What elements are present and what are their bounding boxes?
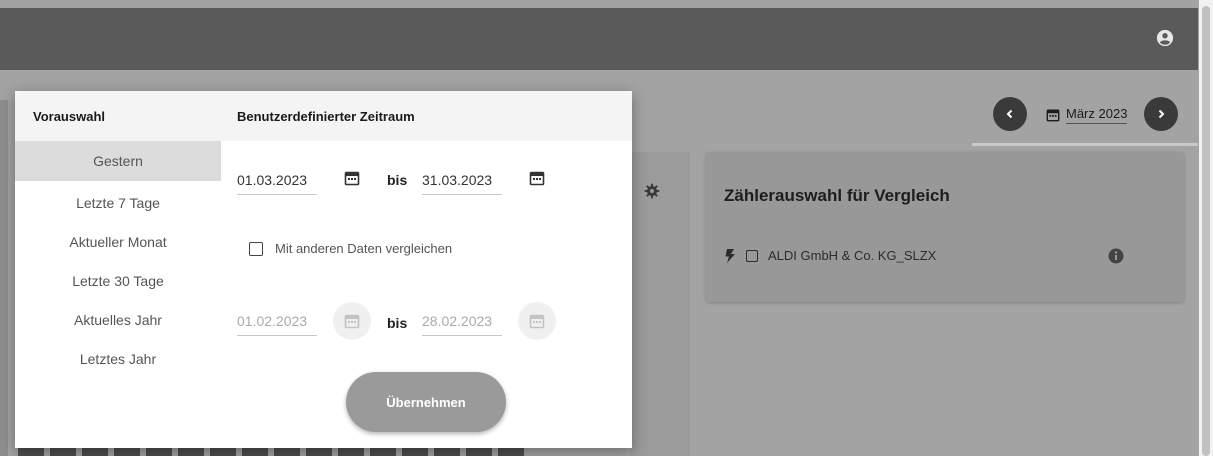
meter-card-title: Zählerauswahl für Vergleich bbox=[724, 186, 950, 205]
month-selector[interactable]: März 2023 bbox=[1046, 103, 1128, 127]
custom-range-header: Benutzerdefinierter Zeitraum bbox=[237, 109, 415, 124]
meter-checkbox[interactable] bbox=[746, 249, 758, 262]
background-chart-bars bbox=[18, 448, 524, 456]
compare-checkbox[interactable] bbox=[249, 241, 263, 256]
background-panel-edge bbox=[0, 100, 8, 456]
start-date-input[interactable]: 01.03.2023 bbox=[237, 166, 317, 195]
calendar-icon bbox=[529, 314, 545, 329]
header-underline bbox=[972, 143, 1198, 146]
meter-item-label: ALDI GmbH & Co. KG_SLZX bbox=[768, 248, 937, 263]
preset-last-year[interactable]: Letztes Jahr bbox=[15, 340, 221, 378]
scrollbar-track[interactable] bbox=[1199, 0, 1213, 456]
account-circle-icon[interactable] bbox=[1156, 29, 1174, 47]
next-month-button[interactable] bbox=[1144, 97, 1178, 131]
meter-selection-card: Zählerauswahl für Vergleich ALDI GmbH & … bbox=[706, 152, 1184, 302]
calendar-icon[interactable] bbox=[529, 170, 545, 186]
chart-card-edge bbox=[630, 152, 690, 456]
chevron-left-icon bbox=[1006, 109, 1013, 119]
top-bar bbox=[0, 8, 1198, 70]
meter-item[interactable]: ALDI GmbH & Co. KG_SLZX bbox=[724, 248, 936, 263]
compare-toggle[interactable]: Mit anderen Daten vergleichen bbox=[249, 241, 452, 256]
calendar-icon bbox=[344, 314, 360, 329]
scrollbar-thumb[interactable] bbox=[1202, 6, 1210, 456]
compare-end-date-input: 28.02.2023 bbox=[422, 307, 502, 336]
compare-label: Mit anderen Daten vergleichen bbox=[275, 241, 453, 256]
apply-button[interactable]: Übernehmen bbox=[346, 372, 506, 432]
date-range-popup: Vorauswahl Benutzerdefinierter Zeitraum … bbox=[15, 91, 632, 448]
bolt-icon bbox=[725, 248, 735, 263]
range-separator: bis bbox=[387, 172, 408, 188]
popup-header: Vorauswahl Benutzerdefinierter Zeitraum bbox=[15, 91, 632, 141]
preset-last-7-days[interactable]: Letzte 7 Tage bbox=[15, 184, 221, 222]
end-date-input[interactable]: 31.03.2023 bbox=[422, 166, 502, 195]
current-month-label[interactable]: März 2023 bbox=[1066, 106, 1128, 124]
calendar-icon bbox=[1046, 109, 1060, 122]
gear-icon[interactable] bbox=[644, 183, 660, 199]
preset-last-30-days[interactable]: Letzte 30 Tage bbox=[15, 262, 221, 300]
chevron-right-icon bbox=[1158, 109, 1165, 119]
preset-current-month[interactable]: Aktueller Monat bbox=[15, 223, 221, 261]
preset-current-year[interactable]: Aktuelles Jahr bbox=[15, 301, 221, 339]
preset-yesterday[interactable]: Gestern bbox=[15, 141, 221, 181]
compare-range-separator: bis bbox=[387, 315, 408, 331]
presets-header: Vorauswahl bbox=[33, 109, 106, 124]
info-icon[interactable] bbox=[1108, 248, 1124, 264]
compare-start-date-input: 01.02.2023 bbox=[237, 307, 317, 336]
calendar-icon[interactable] bbox=[344, 170, 360, 186]
prev-month-button[interactable] bbox=[993, 97, 1027, 131]
